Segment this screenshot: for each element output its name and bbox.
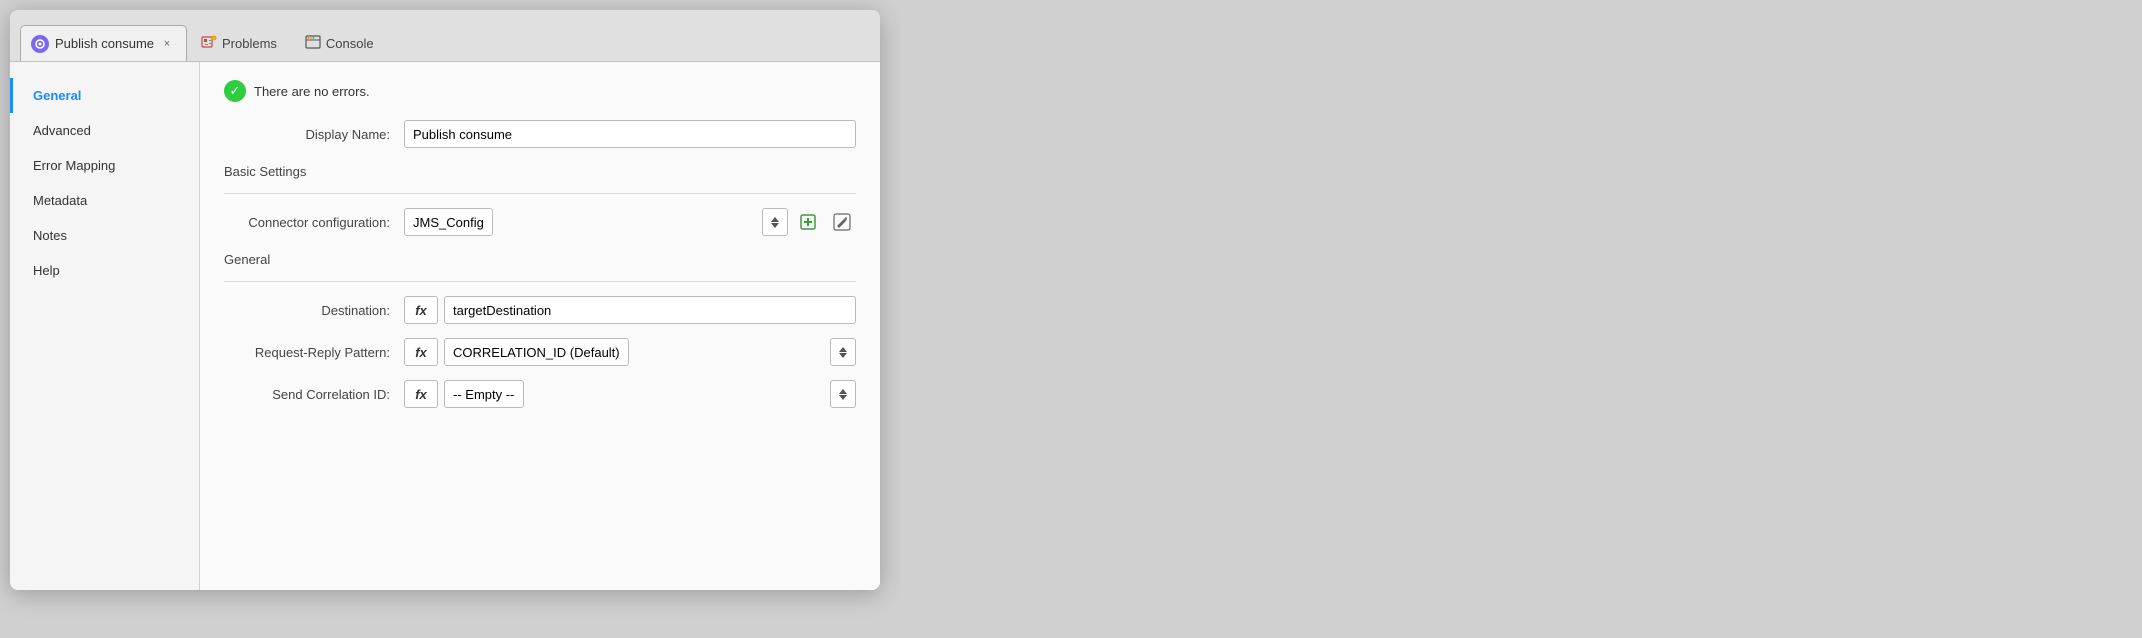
publish-icon [31,35,49,53]
basic-settings-divider [224,193,856,194]
spinner-up-arrow [771,217,779,222]
sidebar-item-advanced[interactable]: Advanced [10,113,199,148]
connector-config-controls: JMS_Config [404,208,856,236]
send-correlation-controls: fx -- Empty -- [404,380,856,408]
status-message: There are no errors. [254,84,370,99]
connector-config-select[interactable]: JMS_Config [404,208,493,236]
connector-config-select-wrapper: JMS_Config [404,208,756,236]
tab-problems[interactable]: ! Problems [187,25,291,61]
tab-close-button[interactable]: × [160,37,174,51]
destination-input[interactable] [444,296,856,324]
send-correlation-spinner[interactable] [830,380,856,408]
sidebar: General Advanced Error Mapping Metadata … [10,62,200,590]
general-divider [224,281,856,282]
rr-spinner-down [839,353,847,358]
sc-spinner-up [839,389,847,394]
request-reply-label: Request-Reply Pattern: [224,345,404,360]
send-correlation-fx-button[interactable]: fx [404,380,438,408]
tab-publish-consume[interactable]: Publish consume × [20,25,187,61]
request-reply-row: Request-Reply Pattern: fx CORRELATION_ID… [224,338,856,366]
general-section-title: General [224,252,856,267]
request-reply-select-wrapper: CORRELATION_ID (Default) [444,338,824,366]
tab-problems-label: Problems [222,36,277,51]
destination-row: Destination: fx [224,296,856,324]
add-config-button[interactable] [794,208,822,236]
svg-text:!: ! [213,36,214,41]
basic-settings-title: Basic Settings [224,164,856,179]
connector-config-label: Connector configuration: [224,215,404,230]
destination-controls: fx [404,296,856,324]
rr-spinner-up [839,347,847,352]
request-reply-select[interactable]: CORRELATION_ID (Default) [444,338,629,366]
display-name-row: Display Name: [224,120,856,148]
request-reply-spinner[interactable] [830,338,856,366]
sidebar-item-error-mapping[interactable]: Error Mapping [10,148,199,183]
sc-spinner-down [839,395,847,400]
tab-console[interactable]: Console [291,25,388,61]
problems-icon: ! [201,34,217,53]
sidebar-item-help[interactable]: Help [10,253,199,288]
edit-config-button[interactable] [828,208,856,236]
sidebar-item-notes[interactable]: Notes [10,218,199,253]
send-correlation-select-wrapper: -- Empty -- [444,380,824,408]
send-correlation-select[interactable]: -- Empty -- [444,380,524,408]
main-window: Publish consume × ! Problems [10,10,880,590]
spinner-down-arrow [771,223,779,228]
send-correlation-row: Send Correlation ID: fx -- Empty -- [224,380,856,408]
display-name-label: Display Name: [224,127,404,142]
tab-console-label: Console [326,36,374,51]
destination-label: Destination: [224,303,404,318]
send-correlation-label: Send Correlation ID: [224,387,404,402]
tab-bar: Publish consume × ! Problems [10,10,880,62]
connector-config-row: Connector configuration: JMS_Config [224,208,856,236]
sidebar-item-general[interactable]: General [10,78,199,113]
main-content: ✓ There are no errors. Display Name: Bas… [200,62,880,590]
body: General Advanced Error Mapping Metadata … [10,62,880,590]
tab-publish-consume-label: Publish consume [55,36,154,51]
display-name-input[interactable] [404,120,856,148]
check-icon: ✓ [224,80,246,102]
destination-fx-button[interactable]: fx [404,296,438,324]
request-reply-fx-button[interactable]: fx [404,338,438,366]
status-bar: ✓ There are no errors. [224,80,856,102]
console-icon [305,34,321,53]
connector-config-spinner[interactable] [762,208,788,236]
sidebar-item-metadata[interactable]: Metadata [10,183,199,218]
request-reply-controls: fx CORRELATION_ID (Default) [404,338,856,366]
